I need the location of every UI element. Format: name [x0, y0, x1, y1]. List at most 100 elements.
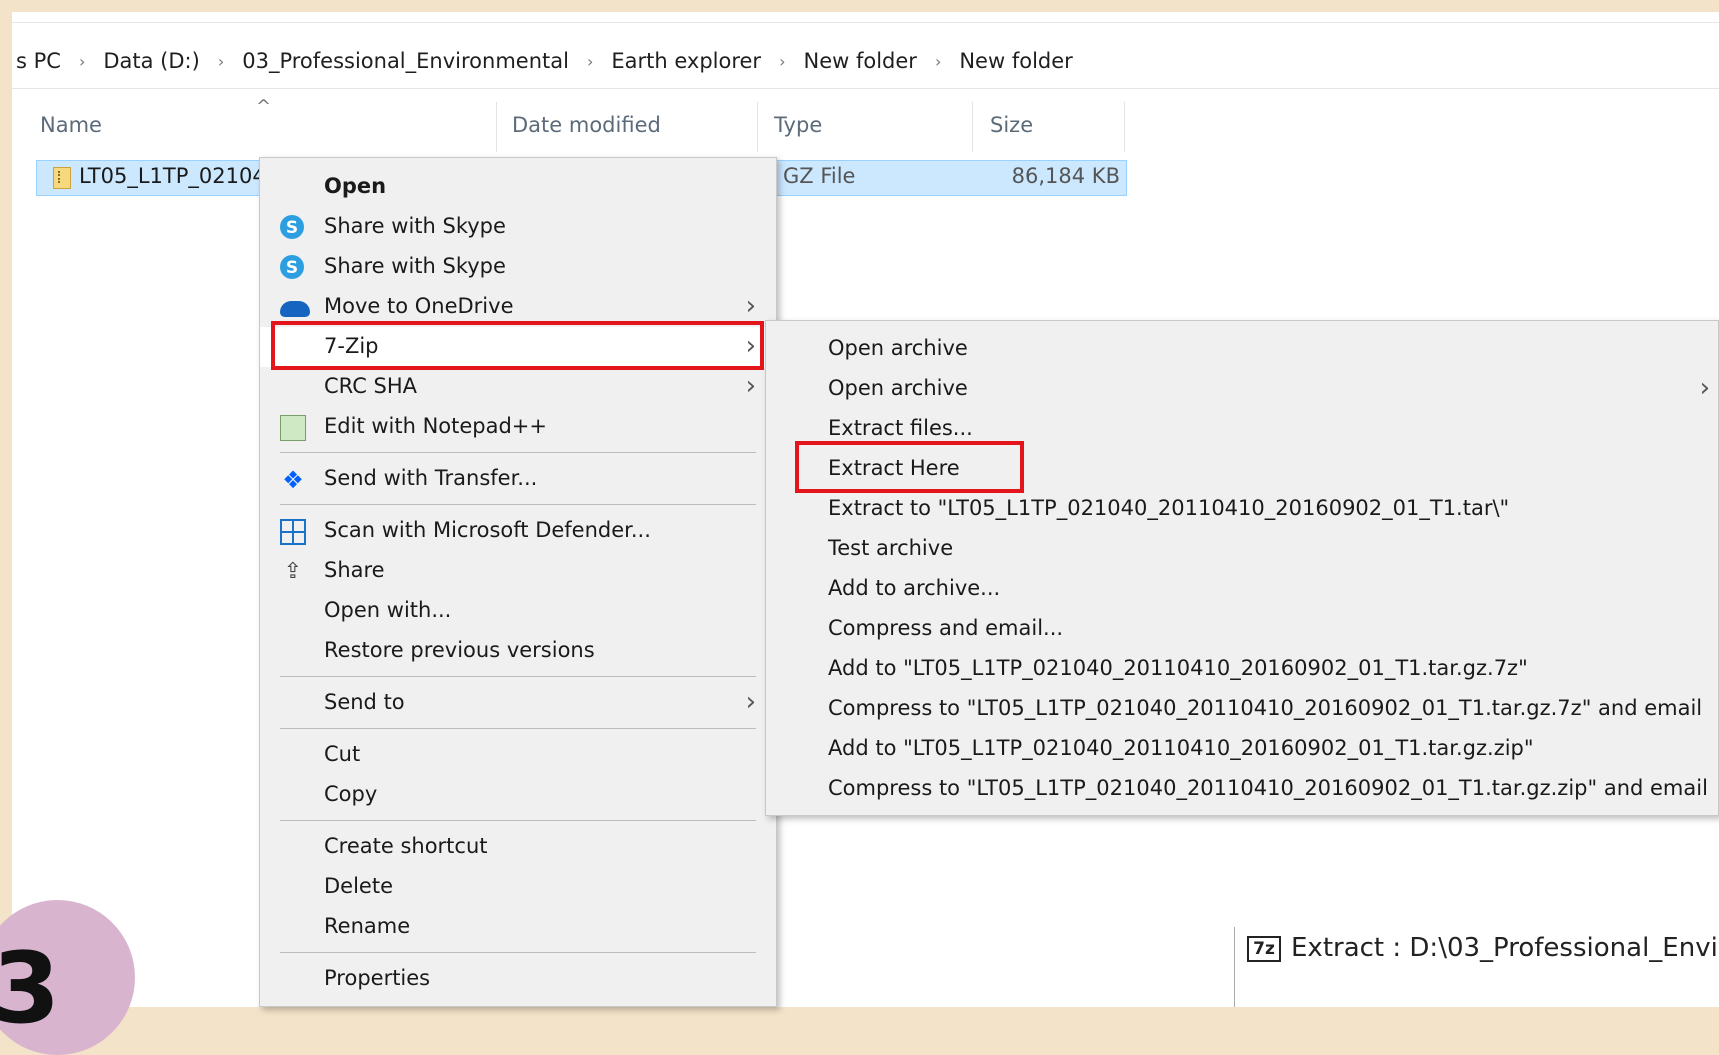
- menu-item-label: Delete: [324, 874, 393, 898]
- menu-item-label: Restore previous versions: [324, 638, 595, 662]
- menu-item-label: Add to "LT05_L1TP_021040_20110410_201609…: [828, 656, 1528, 680]
- breadcrumb-new-folder[interactable]: New folder: [799, 49, 920, 73]
- highlight-extract-here: [795, 441, 1024, 493]
- breadcrumb-earth-explorer[interactable]: Earth explorer: [607, 49, 765, 73]
- share-icon: ⇪: [283, 559, 303, 584]
- extract-dialog-title: 7z Extract : D:\03_Professional_Enviro: [1247, 933, 1719, 963]
- menu-item-label: Add to archive...: [828, 576, 1001, 600]
- menu-item-label: Compress and email...: [828, 616, 1064, 640]
- menu-separator: [280, 452, 756, 453]
- column-divider[interactable]: [972, 102, 973, 152]
- menu-item-label: Copy: [324, 782, 378, 806]
- column-divider[interactable]: [757, 102, 758, 152]
- submenu-item-compress-zip-email[interactable]: Compress to "LT05_L1TP_021040_20110410_2…: [766, 769, 1718, 809]
- menu-item-label: Create shortcut: [324, 834, 488, 858]
- menu-item-share[interactable]: ⇪ Share: [260, 551, 776, 591]
- column-header-size[interactable]: Size: [990, 96, 1033, 154]
- menu-item-cut[interactable]: Cut: [260, 735, 776, 775]
- file-size: 86,184 KB: [1011, 164, 1120, 188]
- skype-icon: S: [280, 215, 304, 239]
- menu-item-label: Open with...: [324, 598, 452, 622]
- file-type: GZ File: [783, 164, 856, 188]
- menu-item-label: Scan with Microsoft Defender...: [324, 518, 651, 542]
- step-number: 3: [0, 932, 61, 1046]
- extract-dialog-title-text: Extract : D:\03_Professional_Enviro: [1291, 933, 1719, 963]
- menu-item-copy[interactable]: Copy: [260, 775, 776, 815]
- submenu-item-compress-7z-email[interactable]: Compress to "LT05_L1TP_021040_20110410_2…: [766, 689, 1718, 729]
- breadcrumb-professional-environmental[interactable]: 03_Professional_Environmental: [238, 49, 573, 73]
- submenu-item-open-archive-type[interactable]: Open archive ›: [766, 369, 1718, 409]
- dropbox-transfer-icon: ❖: [282, 466, 304, 494]
- skype-icon: S: [280, 255, 304, 279]
- menu-separator: [280, 676, 756, 677]
- menu-item-label: Send to: [324, 690, 405, 714]
- menu-item-label: Compress to "LT05_L1TP_021040_20110410_2…: [828, 776, 1708, 800]
- chevron-right-icon: ›: [745, 371, 756, 401]
- menu-item-label: Open archive: [828, 376, 968, 400]
- menu-item-label: Share: [324, 558, 385, 582]
- menu-item-label: Rename: [324, 914, 411, 938]
- archive-file-icon: [53, 167, 71, 189]
- menu-item-label: Properties: [324, 966, 431, 990]
- column-header-type[interactable]: Type: [774, 96, 822, 154]
- menu-item-send-transfer[interactable]: ❖ Send with Transfer...: [260, 459, 776, 499]
- column-header-name[interactable]: Name: [40, 96, 102, 154]
- menu-item-label: Cut: [324, 742, 361, 766]
- submenu-item-test-archive[interactable]: Test archive: [766, 529, 1718, 569]
- 7zip-submenu: Open archive Open archive › Extract file…: [765, 320, 1719, 816]
- menu-item-label: Extract to "LT05_L1TP_021040_20110410_20…: [828, 496, 1510, 520]
- menu-item-share-skype-2[interactable]: S Share with Skype: [260, 247, 776, 287]
- submenu-item-compress-email[interactable]: Compress and email...: [766, 609, 1718, 649]
- notepad-plus-plus-icon: [280, 415, 306, 441]
- menu-item-restore-versions[interactable]: Restore previous versions: [260, 631, 776, 671]
- breadcrumb: s PC › Data (D:) › 03_Professional_Envir…: [12, 34, 1719, 89]
- breadcrumb-new-folder-current[interactable]: New folder: [955, 49, 1076, 73]
- breadcrumb-separator[interactable]: ›: [573, 52, 607, 71]
- breadcrumb-separator[interactable]: ›: [921, 52, 955, 71]
- microsoft-defender-icon: [280, 519, 306, 545]
- menu-item-rename[interactable]: Rename: [260, 907, 776, 947]
- menu-item-label: Share with Skype: [324, 214, 506, 238]
- submenu-item-add-zip[interactable]: Add to "LT05_L1TP_021040_20110410_201609…: [766, 729, 1718, 769]
- submenu-item-add-7z[interactable]: Add to "LT05_L1TP_021040_20110410_201609…: [766, 649, 1718, 689]
- menu-separator: [280, 504, 756, 505]
- menu-item-open-with[interactable]: Open with...: [260, 591, 776, 631]
- menu-item-scan-defender[interactable]: Scan with Microsoft Defender...: [260, 511, 776, 551]
- menu-item-properties[interactable]: Properties: [260, 959, 776, 999]
- menu-item-edit-notepad[interactable]: Edit with Notepad++: [260, 407, 776, 447]
- column-headers: Name ^ Date modified Type Size: [12, 96, 1126, 154]
- menu-item-label: Add to "LT05_L1TP_021040_20110410_201609…: [828, 736, 1534, 760]
- column-divider[interactable]: [496, 102, 497, 152]
- highlight-7zip: [271, 321, 764, 370]
- toolbar-edge: [12, 12, 1719, 23]
- breadcrumb-this-pc[interactable]: s PC: [12, 49, 65, 73]
- menu-item-create-shortcut[interactable]: Create shortcut: [260, 827, 776, 867]
- menu-item-crc-sha[interactable]: CRC SHA ›: [260, 367, 776, 407]
- chevron-right-icon: ›: [1699, 373, 1710, 403]
- menu-item-delete[interactable]: Delete: [260, 867, 776, 907]
- menu-item-label: Open archive: [828, 336, 968, 360]
- background-strip: [0, 0, 12, 1007]
- menu-item-label: Extract files...: [828, 416, 973, 440]
- submenu-item-add-to-archive[interactable]: Add to archive...: [766, 569, 1718, 609]
- menu-item-label: Test archive: [828, 536, 954, 560]
- menu-item-send-to[interactable]: Send to ›: [260, 683, 776, 723]
- breadcrumb-separator[interactable]: ›: [65, 52, 99, 71]
- menu-item-share-skype[interactable]: S Share with Skype: [260, 207, 776, 247]
- submenu-item-extract-to[interactable]: Extract to "LT05_L1TP_021040_20110410_20…: [766, 489, 1718, 529]
- onedrive-icon: [280, 301, 310, 317]
- context-menu: Open S Share with Skype S Share with Sky…: [259, 157, 777, 1007]
- menu-separator: [280, 820, 756, 821]
- menu-item-open[interactable]: Open: [260, 167, 776, 207]
- breadcrumb-separator[interactable]: ›: [204, 52, 238, 71]
- menu-item-label: Send with Transfer...: [324, 466, 538, 490]
- column-divider[interactable]: [1124, 102, 1125, 152]
- submenu-item-open-archive[interactable]: Open archive: [766, 329, 1718, 369]
- breadcrumb-data-drive[interactable]: Data (D:): [99, 49, 203, 73]
- breadcrumb-separator[interactable]: ›: [765, 52, 799, 71]
- menu-item-label: Edit with Notepad++: [324, 414, 548, 438]
- menu-item-label: Open: [324, 174, 387, 198]
- menu-separator: [280, 952, 756, 953]
- column-header-date-modified[interactable]: Date modified: [512, 96, 661, 154]
- menu-item-label: Move to OneDrive: [324, 294, 514, 318]
